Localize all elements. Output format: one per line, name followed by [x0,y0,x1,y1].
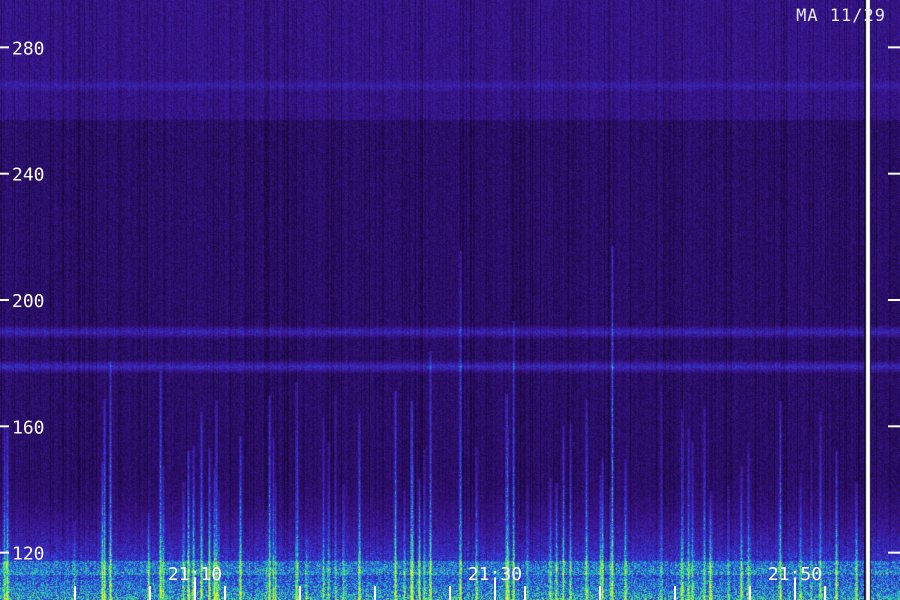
y-tick-label-0: 280 [12,38,45,59]
y-tick-label-1: 240 [12,165,45,186]
x-tick-label-1: 21:30 [468,564,522,585]
x-tick-label-2: 21:50 [768,564,822,585]
x-tick-label-0: 21:10 [168,564,222,585]
spectrogram-plot: 280 240 200 160 120 21:10 21:30 21:50 MA 11/29 [0,0,900,600]
axes-layer: 280 240 200 160 120 21:10 21:30 21:50 [0,38,900,600]
y-tick-label-3: 160 [12,417,45,438]
y-tick-label-2: 200 [12,291,45,312]
y-tick-label-4: 120 [12,544,45,565]
chart-title: MA 11/29 [796,6,886,26]
